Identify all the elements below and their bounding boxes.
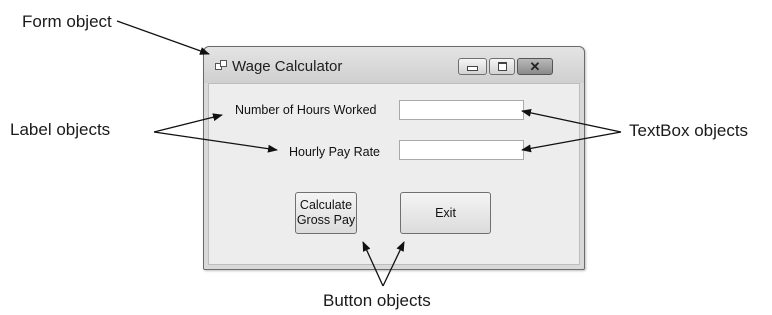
button-arrow-exit [382, 241, 405, 287]
textbox-arrow-hours [521, 108, 622, 133]
form-arrow [116, 20, 210, 55]
button-arrow-calculate [362, 241, 384, 287]
label-arrow-hours [153, 113, 223, 133]
callout-arrows [116, 20, 622, 287]
textbox-arrow-rate [521, 131, 622, 153]
label-arrow-rate [153, 131, 278, 153]
